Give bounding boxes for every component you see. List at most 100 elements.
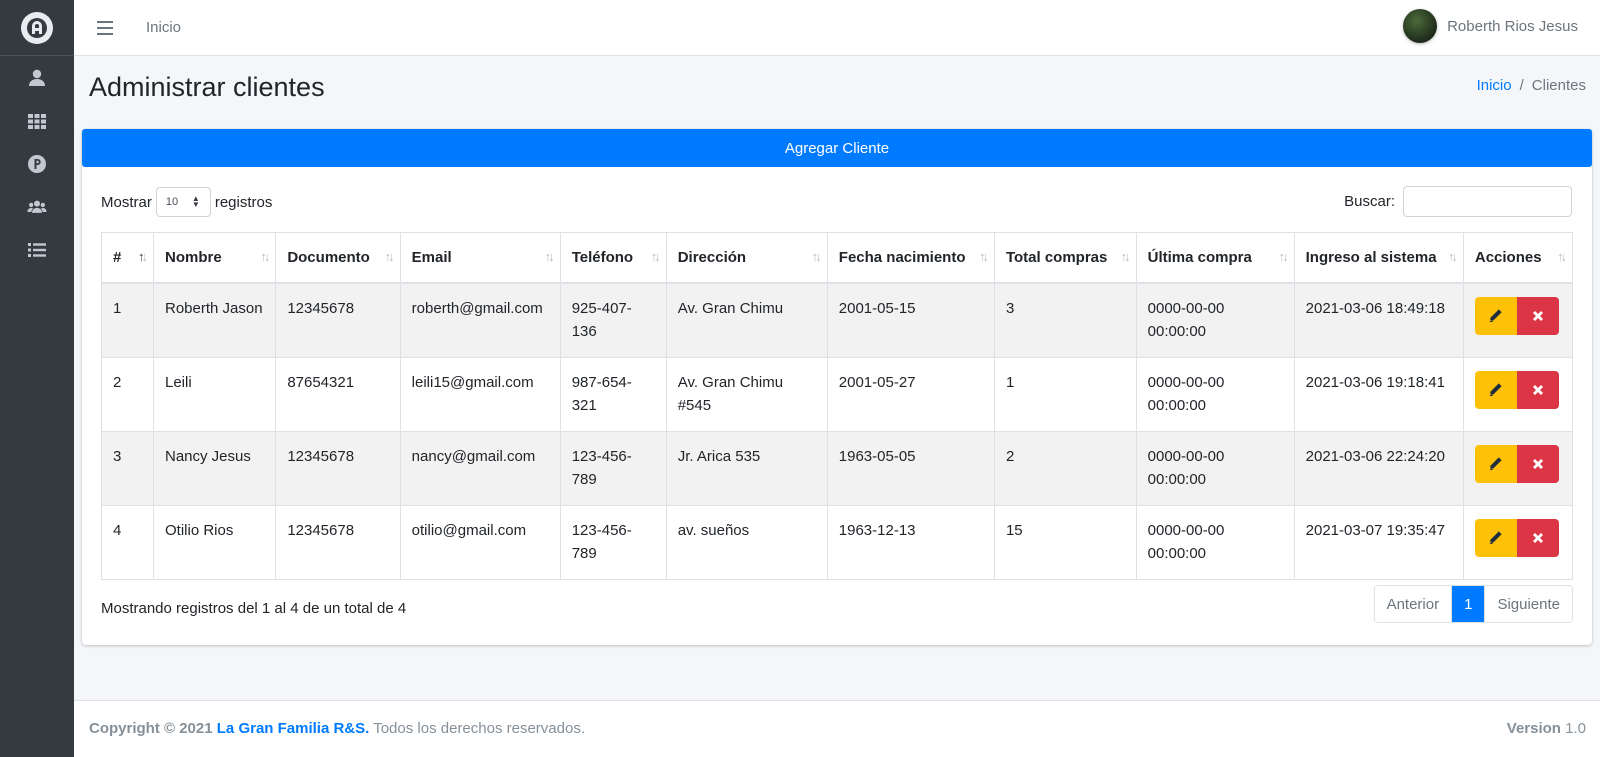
cell-phone: 987-654-321 <box>559 356 667 432</box>
cell-total-purchases: 15 <box>993 504 1137 580</box>
add-client-button[interactable]: Agregar Cliente <box>82 129 1592 167</box>
breadcrumb-separator: / <box>1519 77 1524 94</box>
sidebar-item-clients[interactable] <box>0 185 74 228</box>
cell-name: Roberth Jason <box>152 282 277 358</box>
col-header-name[interactable]: Nombre ↑↓ <box>152 232 277 284</box>
sidebar <box>0 0 74 757</box>
col-header-document[interactable]: Documento ↑↓ <box>275 232 401 284</box>
delete-button[interactable] <box>1516 444 1559 483</box>
app-logo-icon[interactable] <box>21 11 53 44</box>
user-menu[interactable]: Roberth Rios Jesus <box>1403 9 1578 43</box>
cell-email: roberth@gmail.com <box>399 282 561 358</box>
menu-toggle-button[interactable] <box>94 17 116 39</box>
pagination-next[interactable]: Siguiente <box>1484 586 1572 622</box>
breadcrumb-current: Clientes <box>1531 77 1586 94</box>
sort-icon: ↑↓ <box>384 249 395 264</box>
pagination: Anterior 1 Siguiente <box>1373 585 1573 623</box>
sort-asc-icon: ↑↓ <box>137 249 148 264</box>
select-caret-icon: ▲ ▼ <box>191 194 200 209</box>
avatar[interactable] <box>1403 9 1438 43</box>
delete-button[interactable] <box>1516 296 1559 335</box>
close-icon <box>1532 384 1543 395</box>
search-input[interactable] <box>1403 186 1572 217</box>
pagination-page-1[interactable]: 1 <box>1451 586 1485 622</box>
sort-icon: ↑↓ <box>1447 249 1458 264</box>
table-row: 1 Roberth Jason 12345678 roberth@gmail.com 9… <box>101 282 1574 358</box>
delete-button[interactable] <box>1516 370 1559 409</box>
cell-id: 1 <box>101 282 154 358</box>
sidebar-item-categories[interactable] <box>0 99 74 142</box>
cell-id: 2 <box>101 356 154 432</box>
footer-version: Version 1.0 <box>1506 720 1586 737</box>
cell-phone: 123-456-789 <box>559 504 667 580</box>
clients-card: Agregar Cliente Mostrar 10 ▲ ▼ registros … <box>82 129 1592 645</box>
page-length-control: Mostrar 10 ▲ ▼ registros <box>101 187 272 217</box>
show-label: Mostrar <box>101 193 152 211</box>
user-icon <box>29 69 45 86</box>
footer: Copyright © 2021 La Gran Familia R&S. To… <box>74 700 1600 757</box>
pencil-icon <box>1490 457 1502 471</box>
pagination-prev[interactable]: Anterior <box>1374 586 1452 622</box>
sort-icon: ↑↓ <box>260 249 270 264</box>
pencil-icon <box>1490 531 1502 545</box>
brand[interactable] <box>0 0 74 56</box>
breadcrumb-home-link[interactable]: Inicio <box>1477 77 1512 94</box>
cell-joined: 2021-03-06 19:18:41 <box>1293 356 1464 432</box>
col-header-last-purchase[interactable]: Última compra ↑↓ <box>1135 232 1295 284</box>
cell-address: Jr. Arica 535 <box>665 430 828 506</box>
sidebar-item-products[interactable] <box>0 142 74 185</box>
cell-document: 87654321 <box>275 356 401 432</box>
col-header-phone[interactable]: Teléfono ↑↓ <box>559 232 667 284</box>
nav-home-link[interactable]: Inicio <box>146 19 181 36</box>
search-control: Buscar: <box>1344 186 1572 217</box>
col-header-birthdate[interactable]: Fecha nacimiento ↑↓ <box>826 232 995 284</box>
cell-email: otilio@gmail.com <box>399 504 561 580</box>
grid-icon <box>28 113 46 129</box>
sort-icon: ↑↓ <box>544 249 555 264</box>
row-actions <box>1474 518 1561 557</box>
table-header-row: # ↑↓ Nombre ↑↓ Documento ↑↓ Email ↑↓ Teléfon… <box>101 232 1574 284</box>
edit-button[interactable] <box>1474 296 1517 335</box>
col-header-address[interactable]: Dirección ↑↓ <box>665 232 828 284</box>
col-header-id[interactable]: # ↑↓ <box>101 232 154 284</box>
cell-birthdate: 1963-05-05 <box>826 430 995 506</box>
col-header-email[interactable]: Email ↑↓ <box>399 232 561 284</box>
page-length-select[interactable]: 10 ▲ ▼ <box>155 187 211 217</box>
cell-birthdate: 2001-05-27 <box>826 356 995 432</box>
cell-name: Leili <box>152 356 277 432</box>
cell-id: 4 <box>101 504 154 580</box>
user-name[interactable]: Roberth Rios Jesus <box>1447 18 1578 35</box>
edit-button[interactable] <box>1474 444 1517 483</box>
breadcrumb: Inicio / Clientes <box>1477 77 1586 94</box>
edit-button[interactable] <box>1474 518 1517 557</box>
cell-last-purchase: 0000-00-00 00:00:00 <box>1135 504 1295 580</box>
col-header-actions[interactable]: Acciones ↑↓ <box>1462 232 1574 284</box>
table-info: Mostrando registros del 1 al 4 de un tot… <box>101 600 407 617</box>
close-icon <box>1532 458 1543 469</box>
cell-actions <box>1462 430 1574 506</box>
pencil-icon <box>1490 309 1502 323</box>
cell-address: av. sueños <box>665 504 828 580</box>
cell-document: 12345678 <box>275 282 401 358</box>
cell-phone: 123-456-789 <box>559 430 667 506</box>
table-row: 2 Leili 87654321 leili15@gmail.com 987-654-3… <box>101 356 1574 432</box>
close-icon <box>1532 532 1543 543</box>
records-label: registros <box>214 193 273 211</box>
list-icon <box>28 242 46 257</box>
cell-document: 12345678 <box>275 430 401 506</box>
footer-copyright: Copyright © 2021 La Gran Familia R&S. To… <box>89 720 585 737</box>
footer-org-link[interactable]: La Gran Familia R&S. <box>217 720 370 737</box>
table-row: 3 Nancy Jesus 12345678 nancy@gmail.com 123-4… <box>101 430 1574 506</box>
sidebar-item-sales[interactable] <box>0 228 74 271</box>
cell-last-purchase: 0000-00-00 00:00:00 <box>1135 430 1295 506</box>
cell-name: Nancy Jesus <box>152 430 277 506</box>
pencil-icon <box>1490 383 1502 397</box>
sort-icon: ↑↓ <box>811 249 822 264</box>
cell-actions <box>1462 282 1574 358</box>
edit-button[interactable] <box>1474 370 1517 409</box>
cell-last-purchase: 0000-00-00 00:00:00 <box>1135 282 1295 358</box>
delete-button[interactable] <box>1516 518 1559 557</box>
sidebar-item-users[interactable] <box>0 56 74 99</box>
col-header-total-purchases[interactable]: Total compras ↑↓ <box>993 232 1137 284</box>
col-header-joined[interactable]: Ingreso al sistema ↑↓ <box>1293 232 1464 284</box>
